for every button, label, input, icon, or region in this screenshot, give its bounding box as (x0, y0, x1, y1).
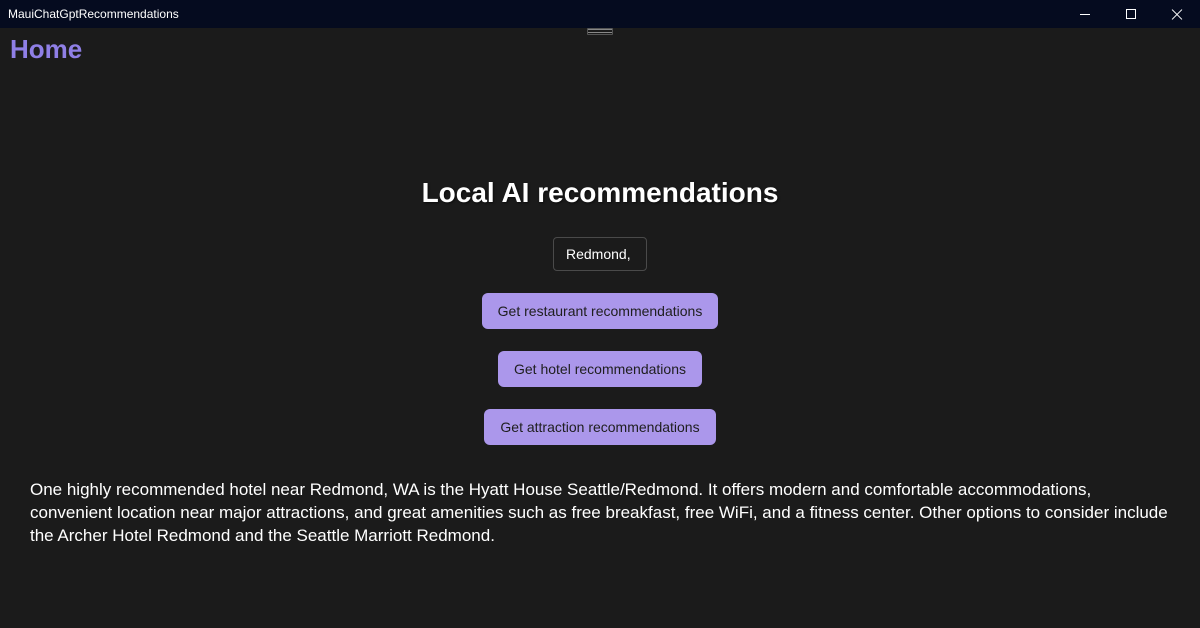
drag-handle[interactable] (587, 28, 613, 35)
minimize-button[interactable] (1062, 0, 1108, 28)
location-input[interactable] (553, 237, 647, 271)
maximize-icon (1126, 9, 1136, 19)
main-content: Local AI recommendations Get restaurant … (0, 71, 1200, 548)
titlebar: MauiChatGptRecommendations (0, 0, 1200, 28)
page-title: Home (10, 34, 1190, 65)
recommendation-result-text: One highly recommended hotel near Redmon… (0, 467, 1200, 548)
get-hotel-recommendations-button[interactable]: Get hotel recommendations (498, 351, 702, 387)
window-controls (1062, 0, 1200, 28)
close-button[interactable] (1154, 0, 1200, 28)
maximize-button[interactable] (1108, 0, 1154, 28)
close-icon (1171, 8, 1183, 20)
drag-handle-icon (587, 28, 613, 35)
window-title: MauiChatGptRecommendations (0, 7, 179, 21)
get-attraction-recommendations-button[interactable]: Get attraction recommendations (484, 409, 715, 445)
get-restaurant-recommendations-button[interactable]: Get restaurant recommendations (482, 293, 719, 329)
main-heading: Local AI recommendations (422, 177, 779, 209)
minimize-icon (1080, 14, 1090, 15)
